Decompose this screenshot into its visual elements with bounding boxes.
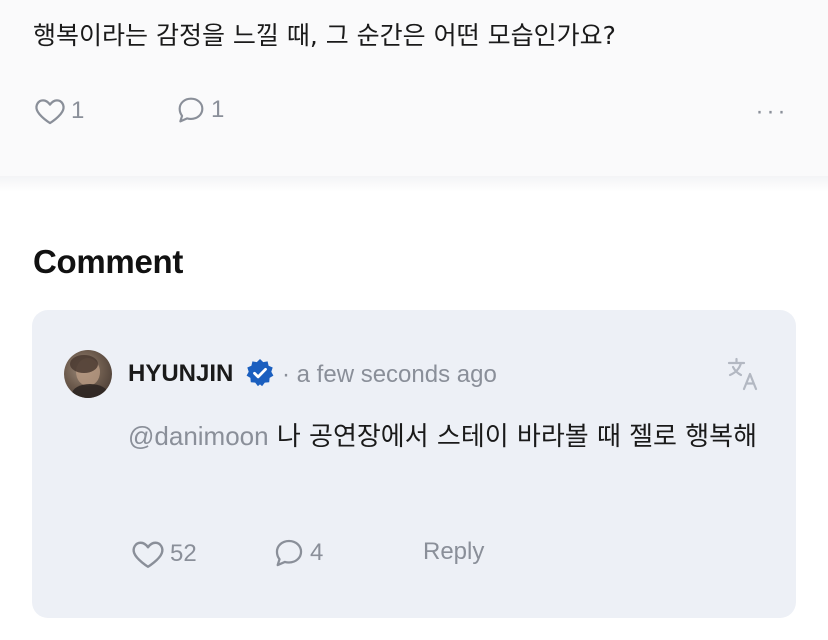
comment-body: @danimoon 나 공연장에서 스테이 바라볼 때 젤로 행복해 <box>128 416 768 457</box>
post-like-button[interactable]: 1 <box>33 94 84 128</box>
comment-like-button[interactable]: 52 <box>130 536 197 572</box>
speech-bubble-icon <box>275 539 303 567</box>
comment-text: 나 공연장에서 스테이 바라볼 때 젤로 행복해 <box>268 422 758 452</box>
avatar[interactable] <box>64 350 112 398</box>
more-dots-icon: ··· <box>755 98 789 125</box>
comment-actions: 52 4 Reply <box>130 536 630 572</box>
post-card: 행복이라는 감정을 느낄 때, 그 순간은 어떤 모습인가요? 1 1 ··· <box>0 0 828 176</box>
comment-section-title: Comment <box>33 243 184 280</box>
comment-username[interactable]: HYUNJIN <box>128 360 233 388</box>
comment-timestamp: · a few seconds ago <box>282 361 497 388</box>
speech-bubble-icon <box>178 97 204 123</box>
more-options-button[interactable]: ··· <box>752 100 792 124</box>
heart-icon <box>35 99 65 125</box>
reply-button[interactable]: Reply <box>423 538 484 566</box>
comment-card: HYUNJIN · a few seconds ago @danimoon 나 … <box>32 310 796 618</box>
translate-icon[interactable] <box>726 356 762 392</box>
post-question: 행복이라는 감정을 느낄 때, 그 순간은 어떤 모습인가요? <box>33 21 616 50</box>
comment-like-count: 52 <box>170 540 197 567</box>
heart-icon <box>132 541 164 568</box>
avatar-image <box>70 355 108 398</box>
comment-reply-count-button[interactable]: 4 <box>272 536 323 570</box>
post-comment-count: 1 <box>211 96 225 123</box>
verified-badge-icon <box>246 359 274 387</box>
section-divider <box>0 176 828 192</box>
comment-mention-link[interactable]: @danimoon <box>128 421 269 451</box>
post-like-count: 1 <box>71 97 85 124</box>
comment-reply-count: 4 <box>310 539 324 566</box>
post-comment-button[interactable]: 1 <box>175 94 224 126</box>
